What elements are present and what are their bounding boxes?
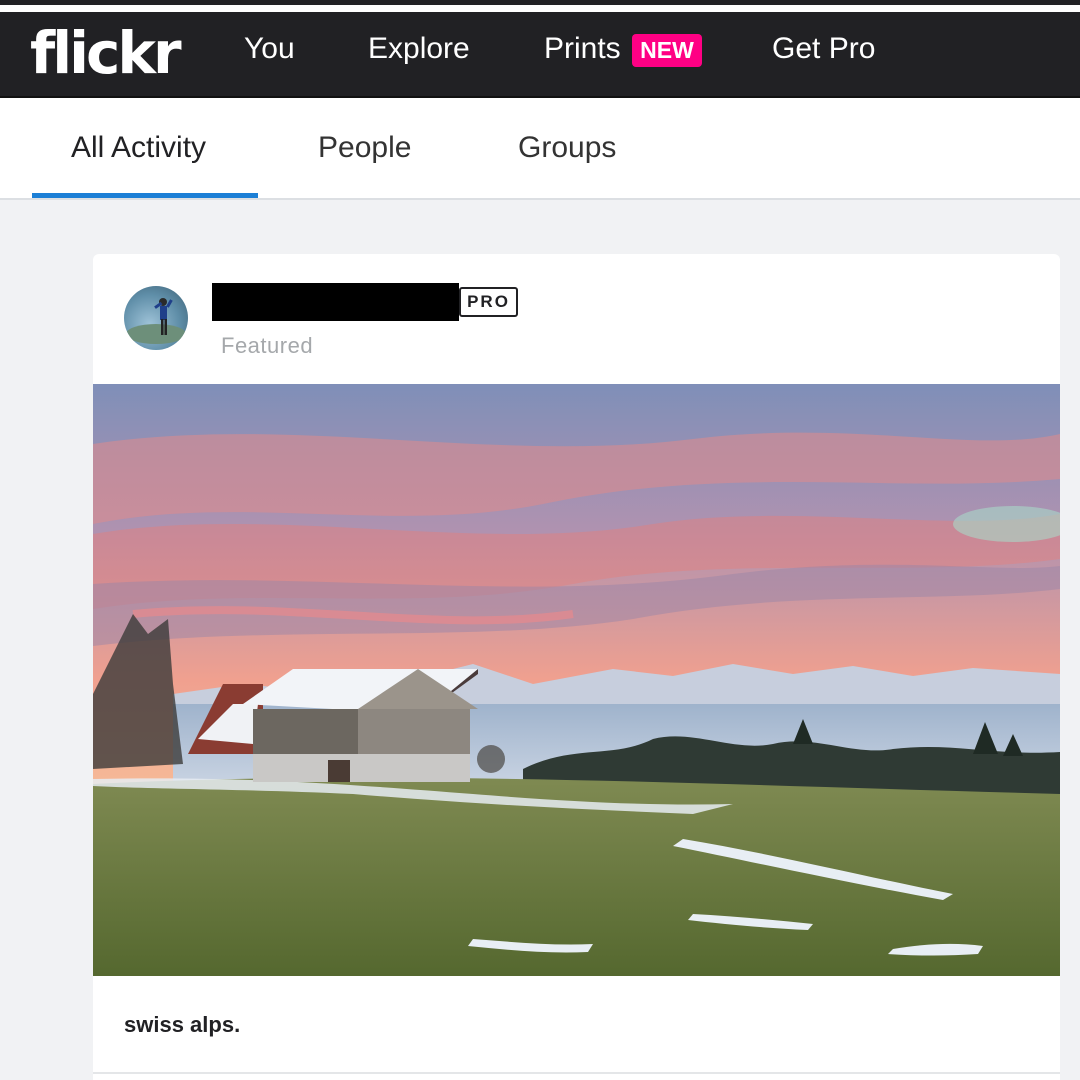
avatar[interactable] — [124, 286, 188, 350]
username-redacted[interactable] — [212, 283, 459, 321]
nav-explore[interactable]: Explore — [368, 32, 470, 66]
user-avatar-icon — [126, 298, 186, 344]
flickr-logo[interactable]: flickr — [30, 19, 182, 87]
new-badge: NEW — [632, 34, 702, 67]
tab-people[interactable]: People — [318, 131, 411, 165]
activity-tabs: All Activity People Groups — [0, 98, 1080, 200]
pro-badge: PRO — [459, 287, 518, 317]
post-caption: swiss alps. — [124, 1012, 241, 1037]
card-footer-divider — [93, 1072, 1060, 1074]
nav-prints[interactable]: Prints — [544, 32, 621, 66]
post-subtitle: Featured — [221, 333, 314, 358]
tab-all-activity[interactable]: All Activity — [71, 131, 206, 165]
top-navbar: flickr You Explore Prints NEW Get Pro — [0, 15, 1080, 98]
activity-card: PRO Featured swiss alps. — [93, 254, 1060, 1080]
top-border — [0, 0, 1080, 16]
tab-groups[interactable]: Groups — [518, 131, 616, 165]
nav-get-pro[interactable]: Get Pro — [772, 32, 875, 66]
nav-you[interactable]: You — [244, 32, 295, 66]
active-tab-indicator — [32, 193, 258, 198]
landscape-photo[interactable] — [93, 384, 1060, 976]
